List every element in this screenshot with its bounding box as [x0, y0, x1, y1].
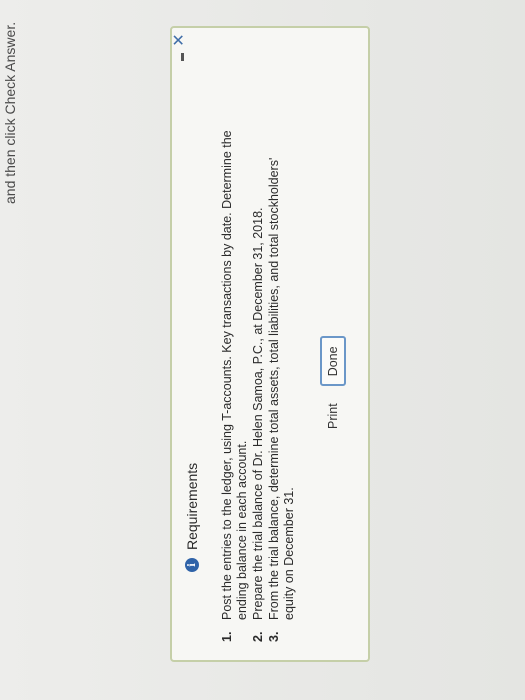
item-text: Post the entries to the ledger, using T-…: [220, 130, 249, 620]
close-button[interactable]: ✕: [171, 32, 188, 48]
screen: and then click Check Answer. ✕ i Require…: [0, 0, 525, 700]
dialog-button-row: Print Done: [320, 336, 346, 438]
item-number: 1.: [220, 631, 234, 642]
list-item: 3. From the trial balance, determine tot…: [267, 122, 297, 642]
info-icon: i: [185, 558, 199, 572]
minimize-button[interactable]: [174, 50, 188, 64]
print-button[interactable]: Print: [321, 394, 345, 438]
item-number: 3.: [267, 631, 281, 642]
requirements-dialog: ✕ i Requirements 1. Post the entries to …: [170, 26, 370, 662]
item-text: From the trial balance, determine total …: [267, 157, 296, 620]
background-instruction-text: and then click Check Answer.: [2, 21, 18, 204]
dialog-header: i Requirements: [184, 463, 200, 572]
list-item: 2. Prepare the trial balance of Dr. Hele…: [251, 122, 266, 643]
list-item: 1. Post the entries to the ledger, using…: [220, 122, 250, 642]
dialog-title: Requirements: [184, 462, 200, 550]
item-number: 2.: [251, 631, 265, 642]
item-text: Prepare the trial balance of Dr. Helen S…: [251, 207, 265, 621]
requirements-list: 1. Post the entries to the ledger, using…: [220, 122, 298, 642]
done-button[interactable]: Done: [320, 336, 346, 387]
